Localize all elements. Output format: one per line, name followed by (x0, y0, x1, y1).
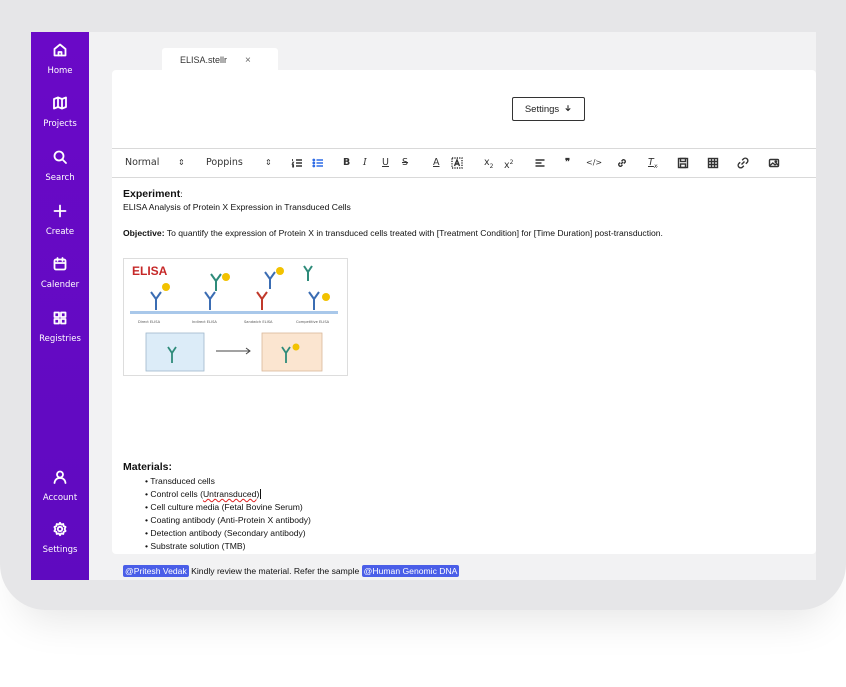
font-select[interactable]: Poppins (206, 157, 243, 169)
sidebar-item-create[interactable]: Create (31, 203, 89, 237)
figure-caption: Indirect ELISA (192, 320, 217, 324)
app-window: Home Projects Search Create Calender Reg… (31, 32, 816, 580)
list-item: • Transduced cells (145, 476, 215, 486)
image-icon[interactable] (768, 157, 780, 173)
sidebar-label: Create (45, 227, 75, 237)
list-item: • Control cells (Untransduced) (145, 489, 262, 499)
save-icon[interactable] (677, 157, 689, 173)
objective-label: Objective: (123, 228, 165, 238)
editor-toolbar: Normal ⇕ Poppins ⇕ B I U S A x2 x2 ❞ </>… (112, 148, 816, 178)
sidebar-label: Registries (39, 334, 81, 344)
elisa-diagram: ELISA Direct ELISA Indirect ELISA Sandwi… (130, 264, 338, 372)
close-icon[interactable]: × (245, 55, 251, 66)
calendar-icon (52, 256, 68, 277)
spellcheck-word: Untransduced (202, 489, 257, 499)
bold-icon[interactable]: B (343, 157, 350, 169)
sidebar-item-settings[interactable]: Settings (31, 521, 89, 555)
code-icon[interactable]: </> (586, 157, 602, 169)
figure-caption: Competitive ELISA (296, 320, 330, 324)
paragraph-style-select[interactable]: Normal (125, 157, 159, 169)
subscript-icon[interactable]: x2 (484, 157, 493, 173)
font-arrows-icon: ⇕ (265, 158, 272, 167)
settings-button-label: Settings (524, 103, 560, 115)
sidebar-label: Home (47, 66, 73, 76)
home-icon (52, 42, 68, 63)
align-icon[interactable] (534, 157, 546, 173)
sidebar-label: Settings (42, 545, 78, 555)
table-icon[interactable] (707, 157, 719, 173)
svg-text:Direct ELISA Indir: Direct ELISA Indirect ELISA Sandwich ELI… (138, 320, 330, 324)
mention-sample[interactable]: @Human Genomic DNA (361, 565, 460, 577)
sidebar-item-account[interactable]: Account (31, 469, 89, 503)
highlight-icon[interactable] (451, 157, 463, 173)
map-icon (52, 95, 68, 116)
underline-icon[interactable]: U (382, 157, 389, 169)
italic-icon[interactable]: I (363, 157, 367, 169)
experiment-heading: Experiment (123, 188, 181, 200)
sidebar-item-search[interactable]: Search (31, 149, 89, 183)
strikethrough-icon[interactable]: S (402, 157, 408, 169)
chain-link-icon[interactable] (737, 157, 749, 173)
clear-format-icon[interactable]: Tx (648, 157, 657, 173)
grid-icon (52, 310, 68, 331)
experiment-heading-line: Experiment: (123, 188, 183, 200)
list-item: • Detection antibody (Secondary antibody… (145, 528, 306, 538)
sidebar-item-registries[interactable]: Registries (31, 310, 89, 344)
materials-heading: Materials: (123, 461, 173, 473)
arrow-down-icon (564, 104, 572, 115)
comment-text: Kindly review the material. Refer the sa… (188, 566, 362, 576)
bullet-list-icon[interactable] (312, 157, 324, 173)
ordered-list-icon[interactable] (291, 157, 303, 173)
editor-page: Settings Normal ⇕ Poppins ⇕ B I U S A x2… (112, 70, 816, 577)
sidebar: Home Projects Search Create Calender Reg… (31, 32, 89, 580)
list-item: • Substrate solution (TMB) (145, 541, 246, 551)
figure-title: ELISA (132, 264, 168, 278)
link-icon[interactable] (616, 157, 628, 173)
elisa-figure[interactable]: ELISA Direct ELISA Indirect ELISA Sandwi… (123, 258, 348, 376)
comment-line: @Pritesh Vedak Kindly review the materia… (123, 565, 460, 577)
sidebar-item-projects[interactable]: Projects (31, 95, 89, 129)
search-icon (52, 149, 68, 170)
objective-line: Objective: To quantify the expression of… (123, 228, 663, 238)
figure-caption: Sandwich ELISA (244, 320, 273, 324)
sidebar-item-calender[interactable]: Calender (31, 256, 89, 290)
blockquote-icon[interactable]: ❞ (565, 157, 570, 169)
list-item: • Coating antibody (Anti-Protein X antib… (145, 515, 311, 525)
sidebar-label: Search (45, 173, 75, 183)
sidebar-label: Calender (40, 280, 80, 290)
list-item: • Cell culture media (Fetal Bovine Serum… (145, 502, 303, 512)
experiment-heading-colon: : (180, 189, 183, 199)
settings-button[interactable]: Settings (512, 97, 585, 121)
sidebar-label: Projects (43, 119, 77, 129)
experiment-title: ELISA Analysis of Protein X Expression i… (123, 202, 351, 212)
gear-icon (52, 521, 68, 542)
sidebar-label: Account (42, 493, 78, 503)
mention-user[interactable]: @Pritesh Vedak (123, 565, 189, 577)
objective-text: To quantify the expression of Protein X … (164, 228, 663, 238)
paragraph-style-arrows-icon: ⇕ (178, 158, 185, 167)
text-color-icon[interactable]: A (433, 157, 440, 169)
sidebar-item-home[interactable]: Home (31, 42, 89, 76)
figure-caption: Direct ELISA (138, 320, 161, 324)
tab-label: ELISA.stellr (180, 55, 228, 65)
tab-elisa-stellr[interactable]: ELISA.stellr × (162, 48, 278, 72)
superscript-icon[interactable]: x2 (504, 157, 513, 172)
plus-icon (52, 203, 68, 224)
text-cursor (260, 489, 262, 499)
user-icon (52, 469, 68, 490)
